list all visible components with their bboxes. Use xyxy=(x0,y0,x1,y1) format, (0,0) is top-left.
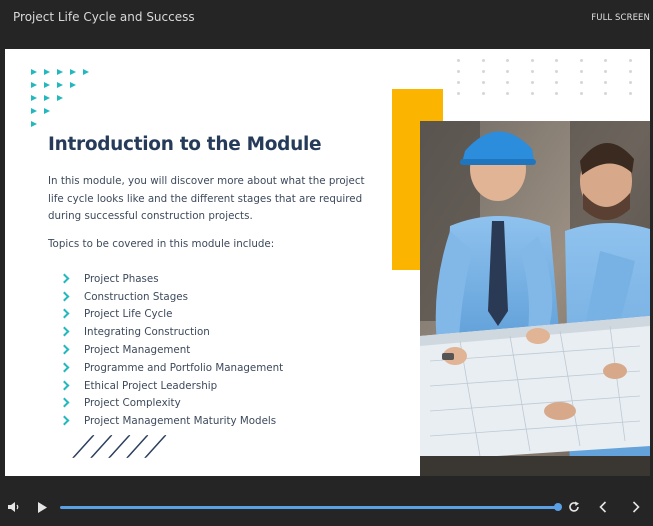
list-item: Project Life Cycle xyxy=(61,306,283,324)
list-item: Construction Stages xyxy=(61,288,283,306)
triangle-icon xyxy=(57,82,63,88)
triangle-icon xyxy=(31,108,37,114)
dot-icon xyxy=(530,59,534,62)
topics-list: Project Phases Construction Stages Proje… xyxy=(61,270,283,430)
chevron-right-icon xyxy=(61,363,71,373)
dot-icon xyxy=(481,81,485,84)
dot-icon xyxy=(530,70,534,73)
triangle-icon xyxy=(44,95,50,101)
chevron-right-icon xyxy=(61,398,71,408)
intro-paragraph: In this module, you will discover more a… xyxy=(48,175,365,222)
slide-canvas: Introduction to the Module In this modul… xyxy=(5,49,650,476)
volume-icon[interactable] xyxy=(8,502,20,512)
list-item: Project Complexity xyxy=(61,395,283,413)
play-icon[interactable] xyxy=(37,502,47,513)
triangle-icon xyxy=(31,69,37,75)
triangle-icon xyxy=(83,69,89,75)
dot-icon xyxy=(555,59,558,62)
dot-icon xyxy=(457,81,460,84)
dot-icon xyxy=(555,81,558,84)
dot-icon xyxy=(628,59,632,62)
triangle-icon xyxy=(57,69,63,75)
triangle-icon xyxy=(44,82,50,88)
triangle-icon xyxy=(70,69,76,75)
fullscreen-button[interactable]: FULL SCREEN xyxy=(591,13,650,23)
chevron-right-icon xyxy=(61,309,71,319)
triangle-icon xyxy=(44,108,50,114)
dot-icon xyxy=(506,92,509,95)
chevron-right-icon xyxy=(61,274,71,284)
triangle-icon xyxy=(57,95,63,101)
dot-icon xyxy=(579,92,583,95)
dot-icon xyxy=(579,81,583,84)
topics-intro: Topics to be covered in this module incl… xyxy=(48,238,275,250)
dot-icon xyxy=(506,81,509,84)
course-title: Project Life Cycle and Success xyxy=(13,10,195,24)
dot-icon xyxy=(579,59,583,62)
dot-icon xyxy=(604,59,607,62)
chevron-right-icon xyxy=(61,345,71,355)
dot-icon xyxy=(506,59,509,62)
progress-track[interactable] xyxy=(60,505,558,509)
dot-icon xyxy=(506,70,509,73)
dot-icon xyxy=(457,59,460,62)
dot-icon xyxy=(555,92,558,95)
list-item: Ethical Project Leadership xyxy=(61,377,283,395)
triangle-icon xyxy=(31,121,37,127)
dot-icon xyxy=(457,70,460,73)
dot-icon xyxy=(481,59,485,62)
triangle-icon xyxy=(44,69,50,75)
dot-icon xyxy=(628,92,632,95)
dot-icon xyxy=(530,81,534,84)
list-item: Project Phases xyxy=(61,270,283,288)
list-item: Integrating Construction xyxy=(61,323,283,341)
photo-illustration xyxy=(420,121,650,476)
progress-handle[interactable] xyxy=(554,503,562,511)
dot-icon xyxy=(604,70,607,73)
list-item: Project Management Maturity Models xyxy=(61,412,283,430)
player-controls xyxy=(0,488,653,526)
triangle-icon xyxy=(31,95,37,101)
dot-icon xyxy=(604,81,607,84)
dot-icon xyxy=(457,92,460,95)
dot-icon xyxy=(555,70,558,73)
chevron-right-icon xyxy=(61,292,71,302)
slide-heading: Introduction to the Module xyxy=(48,134,322,155)
dot-icon xyxy=(530,92,534,95)
dot-icon xyxy=(628,70,632,73)
triangle-icon xyxy=(31,82,37,88)
list-item: Programme and Portfolio Management xyxy=(61,359,283,377)
chevron-right-icon xyxy=(61,327,71,337)
list-item: Project Management xyxy=(61,341,283,359)
dot-icon xyxy=(628,81,632,84)
triangle-icon xyxy=(70,82,76,88)
chevron-right-icon xyxy=(61,416,71,426)
chevron-right-icon xyxy=(61,381,71,391)
dot-icon xyxy=(604,92,607,95)
construction-team-photo xyxy=(420,121,650,476)
dot-icon xyxy=(481,92,485,95)
dot-icon xyxy=(481,70,485,73)
previous-icon[interactable] xyxy=(599,501,607,513)
next-icon[interactable] xyxy=(632,501,640,513)
player-top-bar: Project Life Cycle and Success FULL SCRE… xyxy=(0,0,653,36)
replay-icon[interactable] xyxy=(568,501,580,513)
dot-icon xyxy=(579,70,583,73)
slash-icon xyxy=(144,435,167,458)
